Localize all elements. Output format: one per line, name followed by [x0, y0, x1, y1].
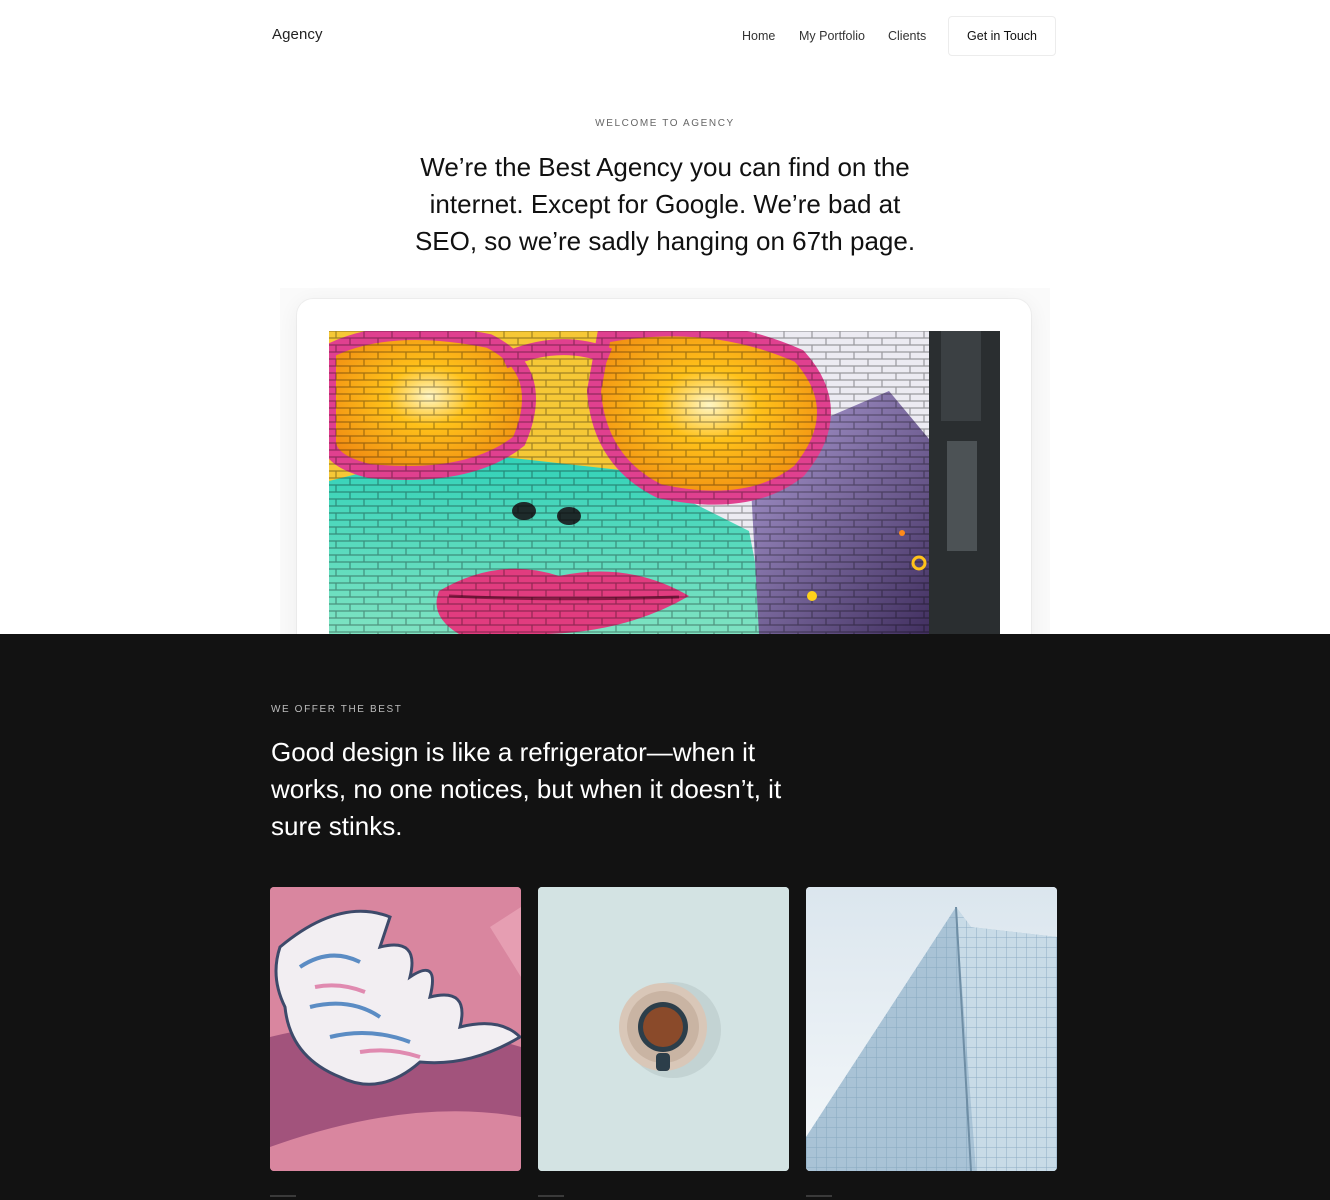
- page: Agency Home My Portfolio Clients Get in …: [0, 0, 1330, 1200]
- card-divider: [538, 1195, 564, 1197]
- portfolio-card-coffee[interactable]: [538, 887, 789, 1171]
- nav-clients-link[interactable]: Clients: [888, 29, 926, 43]
- offer-section: WE OFFER THE BEST Good design is like a …: [0, 634, 1330, 1200]
- nav-portfolio-link[interactable]: My Portfolio: [799, 29, 865, 43]
- portfolio-card-hand-art[interactable]: [270, 887, 521, 1171]
- card-divider: [270, 1195, 296, 1197]
- get-in-touch-button[interactable]: Get in Touch: [948, 16, 1056, 56]
- portfolio-card-building[interactable]: [806, 887, 1057, 1171]
- hero-headline: We’re the Best Agency you can find on th…: [414, 152, 916, 256]
- hero-eyebrow: WELCOME TO AGENCY: [595, 118, 735, 129]
- brand-logo[interactable]: Agency: [272, 26, 323, 43]
- offer-headline: Good design is like a refrigerator—when …: [271, 737, 782, 841]
- hero-graffiti-image: [329, 331, 1000, 634]
- card-divider: [806, 1195, 832, 1197]
- site-header: Agency Home My Portfolio Clients Get in …: [0, 0, 1330, 74]
- nav-home-link[interactable]: Home: [742, 29, 775, 43]
- offer-eyebrow: WE OFFER THE BEST: [271, 704, 403, 715]
